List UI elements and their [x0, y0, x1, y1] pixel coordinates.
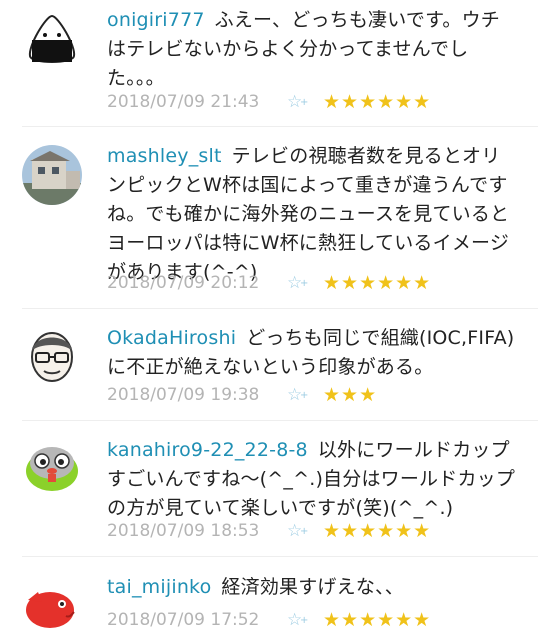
star-rating: ★★★★★★: [323, 520, 432, 542]
comment-text: kanahiro9-22_22-8-8 以外にワールドカップすごいんですね〜(^_…: [107, 439, 516, 519]
star-plus-icon[interactable]: ☆ +: [287, 273, 323, 293]
comment-text: tai_mijinko 経済効果すげえな、、: [107, 576, 404, 598]
username-link[interactable]: kanahiro9-22_22-8-8: [107, 439, 308, 461]
glasses-man-avatar[interactable]: [22, 325, 82, 385]
onigiri-avatar[interactable]: [22, 10, 82, 70]
timestamp: 2018/07/09 20:12: [107, 273, 260, 293]
divider: [22, 308, 538, 309]
house-photo-avatar[interactable]: [22, 145, 82, 205]
divider: [22, 556, 538, 557]
star-rating: ★★★: [323, 384, 378, 406]
username-link[interactable]: mashley_slt: [107, 145, 222, 167]
comment-text: OkadaHiroshi どっちも同じで組織(IOC,FIFA)に不正が絶えないと…: [107, 327, 515, 378]
green-character-avatar[interactable]: [22, 437, 82, 497]
comment-text: mashley_slt テレビの視聴者数を見るとオリンピックとW杯は国によって重き…: [107, 145, 510, 283]
divider: [22, 420, 538, 421]
star-rating: ★★★★★★: [323, 91, 432, 113]
star-rating: ★★★★★★: [323, 609, 432, 631]
username-link[interactable]: OkadaHiroshi: [107, 327, 236, 349]
comment-text: onigiri777 ふえー、どっちも凄いです。ウチはテレビないからよく分かってま…: [107, 9, 500, 89]
star-rating: ★★★★★★: [323, 272, 432, 294]
divider: [22, 126, 538, 127]
timestamp: 2018/07/09 19:38: [107, 385, 260, 405]
star-plus-icon[interactable]: ☆ +: [287, 610, 323, 630]
star-plus-icon[interactable]: ☆ +: [287, 521, 323, 541]
star-plus-icon[interactable]: ☆ +: [287, 92, 323, 112]
timestamp: 2018/07/09 18:53: [107, 521, 260, 541]
red-fish-avatar[interactable]: [22, 574, 82, 634]
timestamp: 2018/07/09 17:52: [107, 610, 260, 630]
timestamp: 2018/07/09 21:43: [107, 92, 260, 112]
username-link[interactable]: onigiri777: [107, 9, 205, 31]
username-link[interactable]: tai_mijinko: [107, 576, 211, 598]
star-plus-icon[interactable]: ☆ +: [287, 385, 323, 405]
